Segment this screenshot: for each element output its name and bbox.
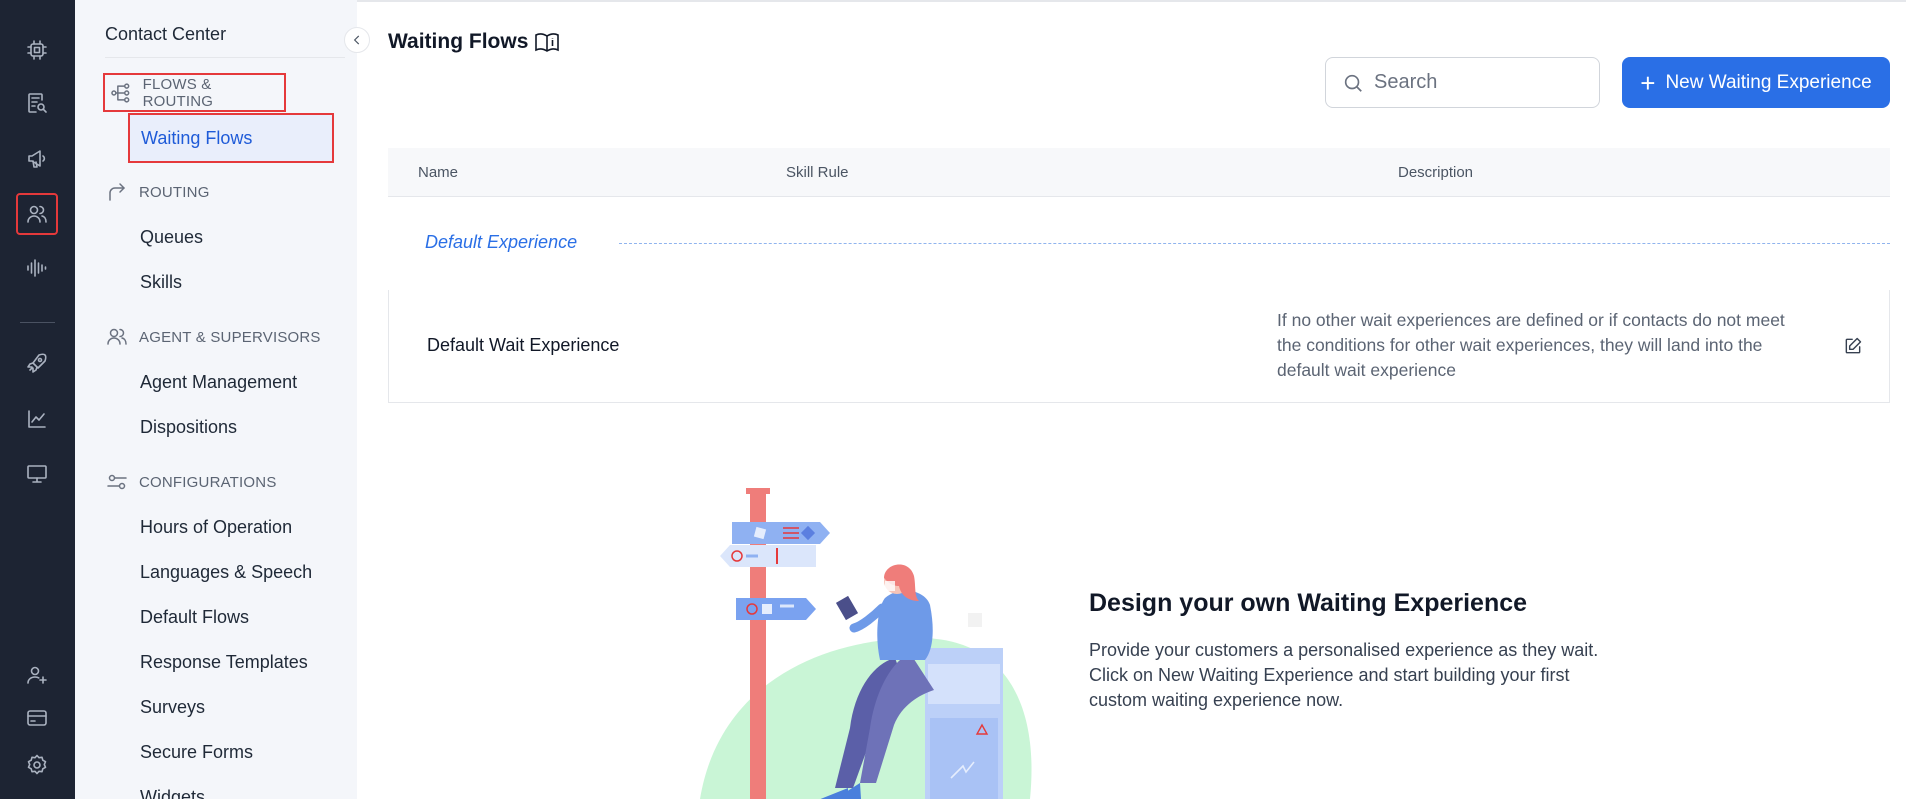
- page-title: Waiting Flows: [388, 30, 560, 54]
- app-root: Contact Center FLOWS & ROUTING Waiting F…: [0, 0, 1906, 799]
- sidebar-item-widgets[interactable]: Widgets: [140, 787, 205, 799]
- table-header: Name Skill Rule Description: [388, 148, 1890, 197]
- row-name[interactable]: Default Wait Experience: [427, 335, 619, 356]
- chevron-left-icon: [353, 35, 360, 45]
- megaphone-icon[interactable]: [18, 140, 56, 178]
- redirect-arrow-icon: [109, 183, 125, 201]
- users-icon[interactable]: [16, 193, 58, 235]
- flow-tree-icon: [111, 82, 130, 103]
- section-label: AGENT & SUPERVISORS: [139, 328, 321, 346]
- section-label: ROUTING: [139, 183, 210, 201]
- sidebar-item-default-flows[interactable]: Default Flows: [140, 607, 249, 628]
- toggles-icon: [107, 474, 127, 490]
- contact-center-sidebar: Contact Center FLOWS & ROUTING Waiting F…: [75, 0, 357, 799]
- waiting-experience-illustration: [700, 488, 1032, 799]
- search-input[interactable]: [1374, 71, 1574, 94]
- new-button-label: New Waiting Experience: [1665, 71, 1872, 93]
- section-label: FLOWS & ROUTING: [142, 75, 214, 110]
- sidebar-item-response-templates[interactable]: Response Templates: [140, 652, 308, 673]
- sidebar-title: Contact Center: [105, 24, 227, 44]
- search-box[interactable]: [1325, 57, 1600, 108]
- sidebar-item-queues[interactable]: Queues: [140, 227, 203, 248]
- group-label-default-experience: Default Experience: [425, 232, 578, 252]
- row-description: If no other wait experiences are defined…: [1277, 310, 1785, 380]
- sidebar-title-divider: [105, 57, 345, 58]
- monitor-icon[interactable]: [18, 455, 56, 493]
- add-user-icon[interactable]: [18, 656, 56, 694]
- icon-rail: [0, 0, 75, 799]
- group-divider: [619, 243, 1890, 244]
- column-header-skill-rule[interactable]: Skill Rule: [786, 164, 849, 181]
- sidebar-item-secure-forms[interactable]: Secure Forms: [140, 742, 253, 763]
- sidebar-item-languages-speech[interactable]: Languages & Speech: [140, 562, 312, 583]
- rail-divider: [20, 322, 55, 323]
- new-waiting-experience-button[interactable]: + New Waiting Experience: [1622, 57, 1890, 108]
- book-info-icon[interactable]: [534, 31, 560, 53]
- search-icon: [1344, 74, 1362, 92]
- analytics-icon[interactable]: [18, 400, 56, 438]
- waveform-icon[interactable]: [18, 249, 56, 287]
- chip-icon[interactable]: [18, 31, 56, 69]
- collapse-sidebar-button[interactable]: [344, 27, 370, 53]
- section-label: CONFIGURATIONS: [139, 473, 277, 491]
- table-row[interactable]: Default Wait Experience If no other wait…: [388, 290, 1890, 403]
- report-search-icon[interactable]: [18, 84, 56, 122]
- billing-card-icon[interactable]: [18, 699, 56, 737]
- column-header-name[interactable]: Name: [418, 164, 458, 181]
- page-title-text: Waiting Flows: [388, 30, 529, 53]
- section-flows-routing: FLOWS & ROUTING: [103, 73, 286, 112]
- settings-gear-icon[interactable]: [18, 746, 56, 784]
- sidebar-item-skills[interactable]: Skills: [140, 272, 182, 293]
- plus-icon: +: [1640, 67, 1656, 98]
- empty-state-text: Provide your customers a personalised ex…: [1089, 640, 1599, 710]
- section-routing: ROUTING: [105, 180, 210, 204]
- column-header-description[interactable]: Description: [1398, 164, 1473, 181]
- rocket-icon[interactable]: [18, 344, 56, 382]
- empty-state-title: Design your own Waiting Experience: [1089, 589, 1528, 617]
- top-border: [357, 0, 1906, 2]
- sidebar-item-waiting-flows[interactable]: Waiting Flows: [128, 113, 334, 163]
- section-configurations: CONFIGURATIONS: [105, 470, 277, 494]
- sidebar-item-dispositions[interactable]: Dispositions: [140, 417, 237, 438]
- sidebar-item-hours-of-operation[interactable]: Hours of Operation: [140, 517, 292, 538]
- edit-icon[interactable]: [1843, 336, 1865, 358]
- sidebar-item-agent-management[interactable]: Agent Management: [140, 372, 297, 393]
- section-agent-supervisors: AGENT & SUPERVISORS: [105, 325, 321, 349]
- sidebar-item-surveys[interactable]: Surveys: [140, 697, 205, 718]
- agents-icon: [107, 328, 127, 345]
